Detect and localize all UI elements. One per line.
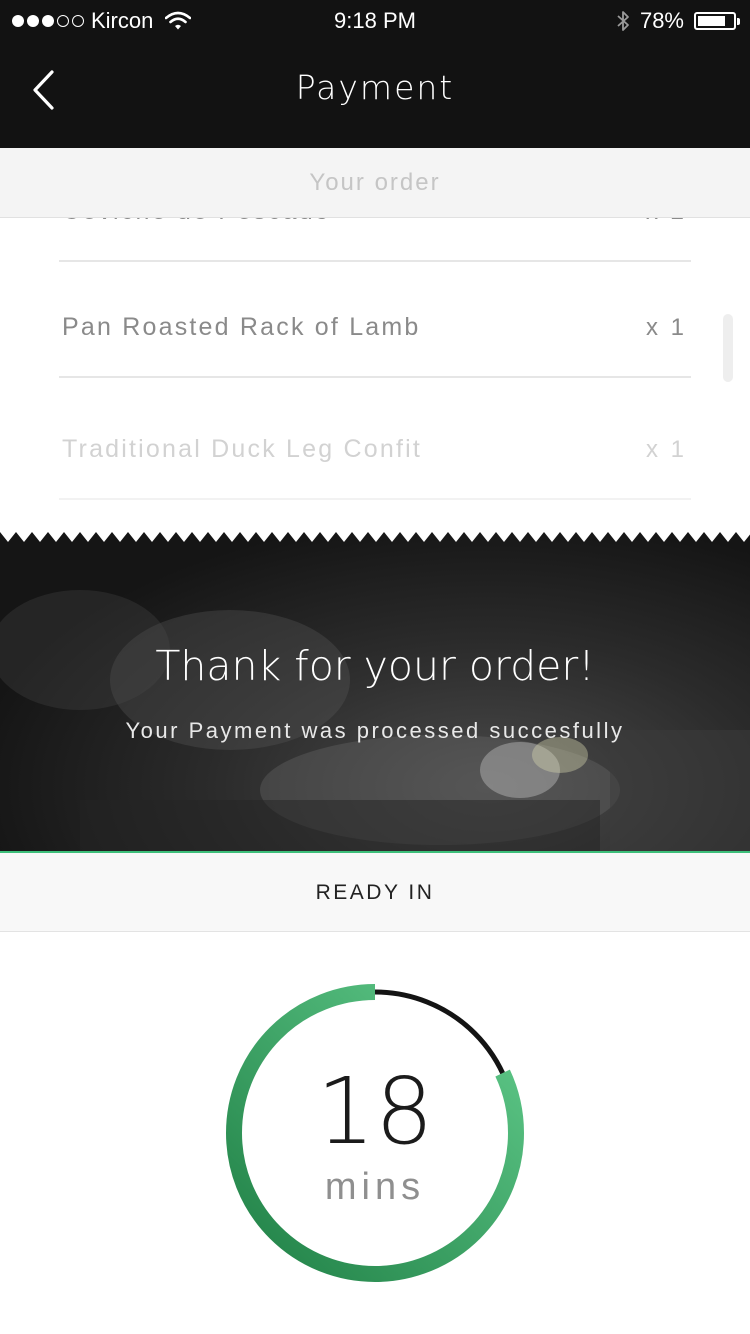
page-title: Payment xyxy=(295,68,455,107)
order-item-name: Traditional Duck Leg Confit xyxy=(62,435,423,463)
payment-status-text: Your Payment was processed succesfully xyxy=(125,718,625,743)
order-item-quantity: x 1 xyxy=(645,314,687,341)
ready-minutes: 18 xyxy=(316,1058,434,1165)
order-item-name: Pan Roasted Rack of Lamb xyxy=(62,313,421,341)
order-item: Traditional Duck Leg Confit x 1 xyxy=(59,384,691,500)
battery-percent: 78% xyxy=(639,8,684,33)
order-item: Pan Roasted Rack of Lamb x 1 xyxy=(59,262,691,378)
order-item-name: Ceviche de Pescado xyxy=(62,218,331,226)
order-item-quantity: x 1 xyxy=(645,436,687,463)
order-list[interactable]: Ceviche de Pescado x 2 Pan Roasted Rack … xyxy=(0,218,750,530)
battery-icon xyxy=(694,12,740,30)
ready-in-label: READY IN xyxy=(0,853,750,932)
kitchen-photo-background xyxy=(0,590,750,851)
order-list-scrollbar[interactable] xyxy=(723,314,733,382)
status-right: 78% xyxy=(616,8,740,34)
navigation-bar: Payment xyxy=(0,42,750,148)
zigzag-edge xyxy=(0,530,750,542)
thank-you-title: Thank for your order! xyxy=(155,642,595,690)
order-item-quantity: x 2 xyxy=(646,218,687,226)
bluetooth-icon xyxy=(617,11,629,31)
ready-unit: mins xyxy=(324,1166,426,1208)
ready-timer: 18 mins xyxy=(220,978,530,1288)
order-item: Ceviche de Pescado x 2 xyxy=(59,218,691,262)
confirmation-banner: Thank for your order! Your Payment was p… xyxy=(0,530,750,851)
status-bar: Kircon 9:18 PM 78% xyxy=(0,0,750,42)
order-section-header: Your order xyxy=(0,148,750,218)
